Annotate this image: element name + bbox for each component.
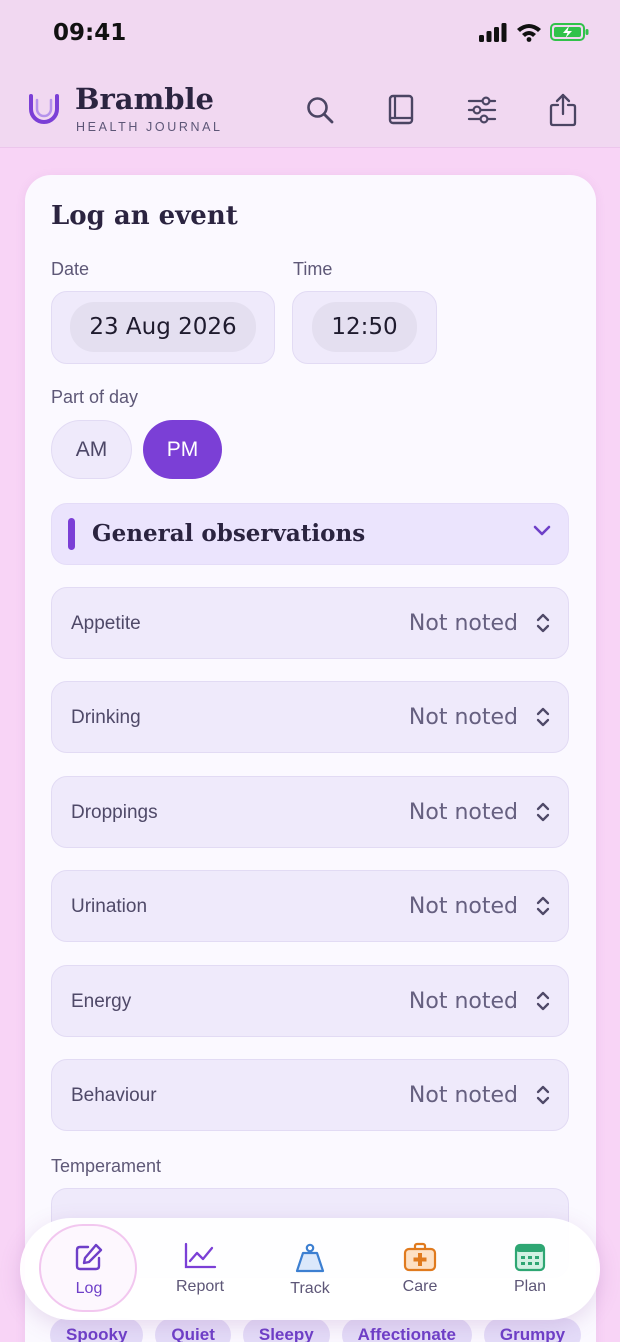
app-header: Bramble HEALTH JOURNAL [0, 70, 620, 148]
behaviour-label: Behaviour [71, 1085, 157, 1106]
time-field: 12:50 [292, 291, 437, 364]
status-bar: 09:41 [0, 0, 620, 70]
temperament-chips: Spooky Quiet Sleepy Affectionate Grumpy [50, 1318, 582, 1342]
drinking-label: Drinking [71, 707, 141, 728]
section-accent-bar [68, 518, 75, 550]
appetite-label: Appetite [71, 613, 141, 634]
general-observations-header[interactable]: General observations [51, 503, 569, 565]
date-picker[interactable]: 23 Aug 2026 [70, 302, 256, 352]
appetite-select[interactable]: Appetite Not noted [51, 587, 569, 659]
bottom-tab-bar: Log Report Track Care Plan [20, 1218, 600, 1320]
sliders-icon [467, 96, 497, 124]
updown-chevron-icon [536, 991, 550, 1011]
edit-icon [75, 1243, 103, 1271]
drinking-value: Not noted [408, 705, 518, 730]
droppings-select[interactable]: Droppings Not noted [51, 776, 569, 848]
log-event-card: Log an event Date 23 Aug 2026 Time 12:50… [25, 175, 596, 1342]
book-icon [388, 94, 414, 125]
tab-label-track: Track [290, 1280, 330, 1297]
updown-chevron-icon [536, 613, 550, 633]
tab-report[interactable]: Report [150, 1218, 250, 1320]
share-icon [549, 93, 577, 127]
wifi-icon [517, 24, 541, 42]
urination-select[interactable]: Urination Not noted [51, 870, 569, 942]
medkit-icon [403, 1242, 437, 1272]
date-label: Date [51, 259, 90, 279]
status-time: 09:41 [53, 20, 127, 46]
behaviour-select[interactable]: Behaviour Not noted [51, 1059, 569, 1131]
weight-icon [295, 1243, 325, 1273]
date-field: 23 Aug 2026 [51, 291, 275, 364]
chip-affectionate[interactable]: Affectionate [341, 1318, 472, 1342]
time-label: Time [293, 259, 333, 279]
chart-icon [184, 1242, 217, 1269]
status-icons [478, 22, 590, 42]
urination-label: Urination [71, 896, 148, 917]
app-subtitle: HEALTH JOURNAL [76, 120, 223, 134]
battery-icon [550, 23, 589, 41]
tab-care[interactable]: Care [370, 1218, 470, 1320]
chevron-down-icon [533, 525, 551, 536]
filters-button[interactable] [462, 90, 502, 130]
tab-plan[interactable]: Plan [480, 1218, 580, 1320]
temperament-label: Temperament [51, 1156, 162, 1176]
chip-quiet[interactable]: Quiet [155, 1318, 231, 1342]
logo-icon [29, 94, 59, 124]
section-title: General observations [92, 520, 366, 547]
tab-label-care: Care [402, 1278, 438, 1295]
tab-log[interactable]: Log [39, 1218, 139, 1320]
share-button[interactable] [543, 90, 583, 130]
pm-toggle[interactable]: PM [143, 420, 222, 479]
updown-chevron-icon [536, 707, 550, 727]
app-name: Bramble [75, 82, 215, 116]
appetite-value: Not noted [408, 611, 518, 636]
chip-grumpy[interactable]: Grumpy [483, 1318, 582, 1342]
tab-track[interactable]: Track [260, 1218, 360, 1320]
droppings-value: Not noted [408, 800, 518, 825]
energy-select[interactable]: Energy Not noted [51, 965, 569, 1037]
drinking-select[interactable]: Drinking Not noted [51, 681, 569, 753]
droppings-label: Droppings [71, 802, 158, 823]
am-toggle[interactable]: AM [51, 420, 132, 479]
tab-label-log: Log [75, 1280, 103, 1297]
page-title: Log an event [51, 201, 238, 231]
search-button[interactable] [300, 90, 340, 130]
updown-chevron-icon [536, 802, 550, 822]
calendar-icon [514, 1243, 546, 1272]
updown-chevron-icon [536, 896, 550, 916]
signal-icon [479, 23, 507, 42]
tab-label-plan: Plan [513, 1278, 547, 1295]
time-picker[interactable]: 12:50 [312, 302, 417, 352]
tab-label-report: Report [175, 1278, 225, 1295]
energy-label: Energy [71, 991, 132, 1012]
chip-spooky[interactable]: Spooky [50, 1318, 144, 1342]
journal-button[interactable] [381, 90, 421, 130]
search-icon [307, 97, 334, 124]
updown-chevron-icon [536, 1085, 550, 1105]
urination-value: Not noted [408, 894, 518, 919]
behaviour-value: Not noted [408, 1083, 518, 1108]
part-of-day-label: Part of day [51, 387, 139, 407]
chip-sleepy[interactable]: Sleepy [242, 1318, 330, 1342]
energy-value: Not noted [408, 989, 518, 1014]
